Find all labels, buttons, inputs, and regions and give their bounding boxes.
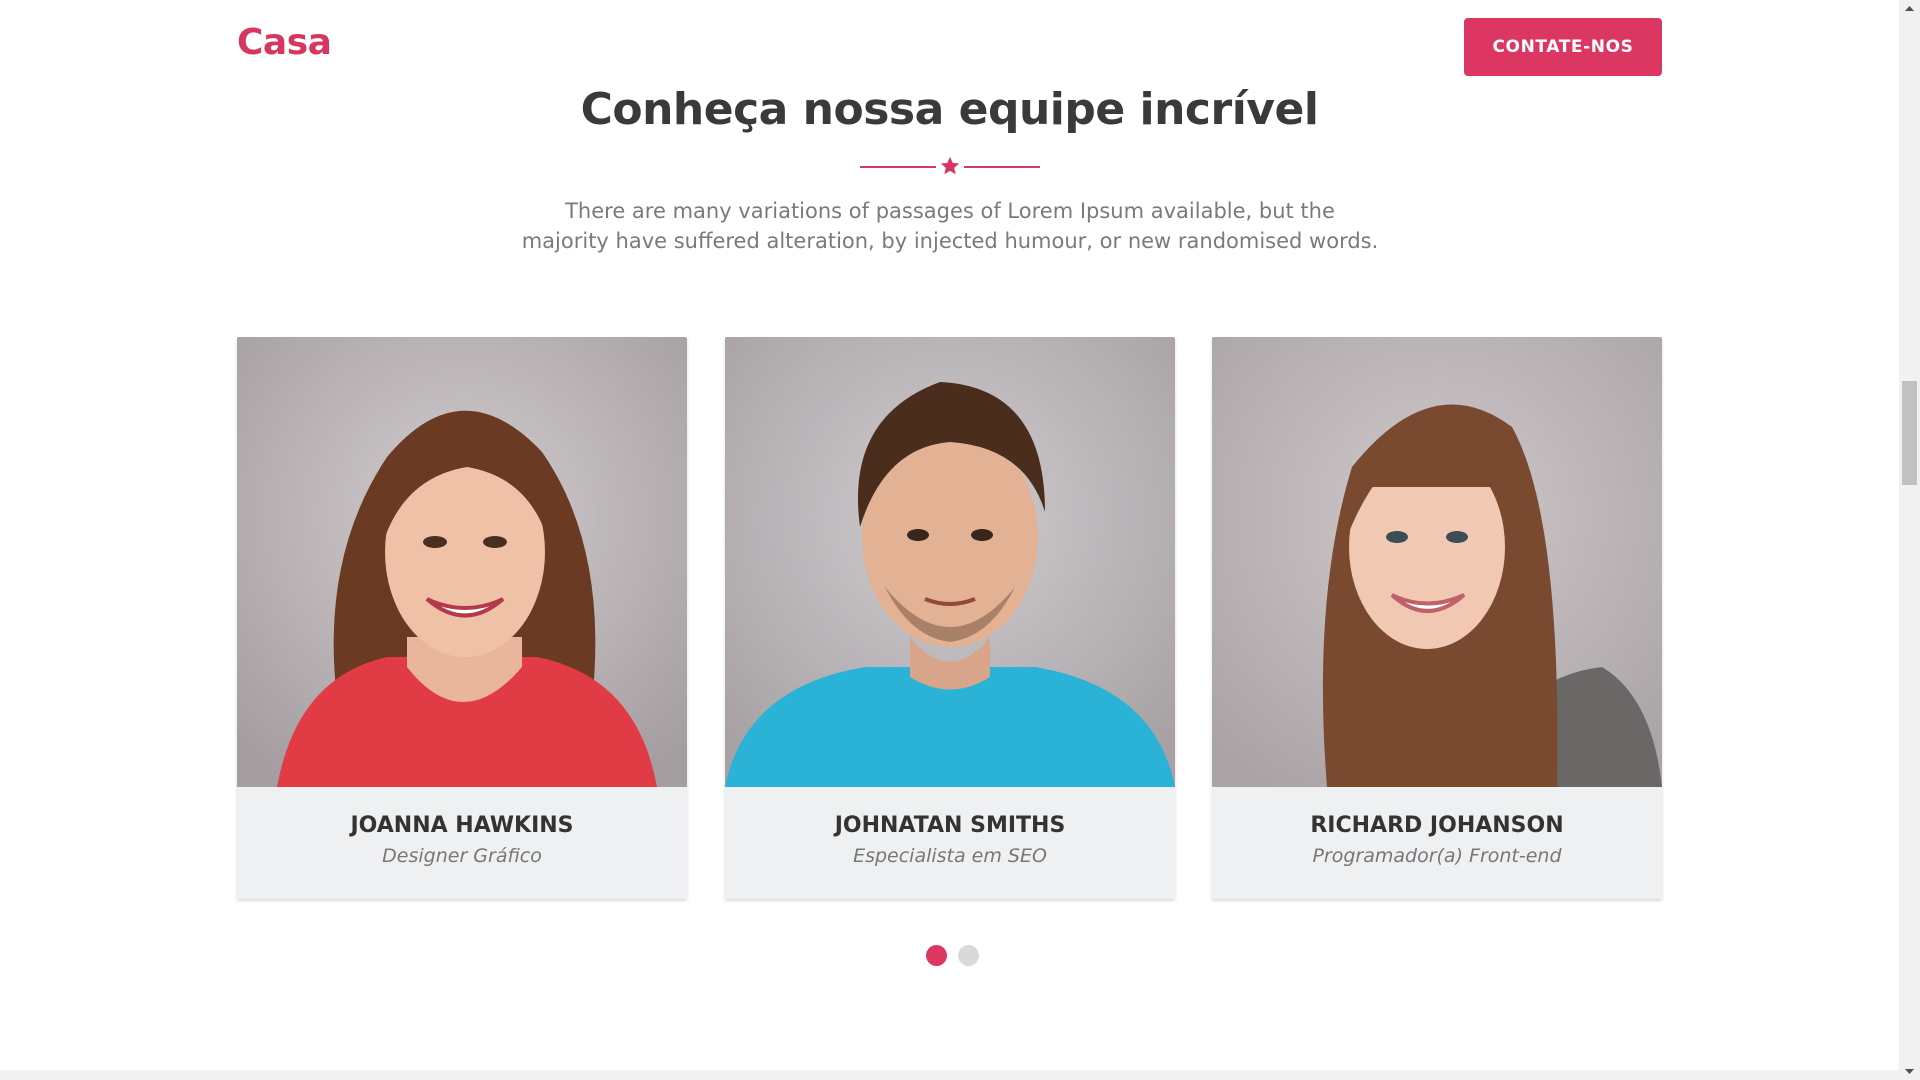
scroll-up-arrow-icon[interactable] [1899,0,1920,17]
team-section-title: Conheça nossa equipe incrível [580,84,1319,135]
team-member-card: RICHARD JOHANSON Programador(a) Front-en… [1212,337,1662,899]
scrollbar-thumb[interactable] [1902,381,1917,485]
team-member-role: Programador(a) Front-end [1312,845,1562,867]
team-member-card: JOHNATAN SMITHS Especialista em SEO [725,337,1175,899]
team-member-card: JOANNA HAWKINS Designer Gráfico [237,337,687,899]
team-member-photo [237,337,687,787]
divider-line-left [860,166,936,168]
team-member-photo [1212,337,1662,787]
team-intro-text: There are many variations of passages of… [521,199,1379,253]
team-member-name: JOHNATAN SMITHS [834,813,1066,838]
star-icon [940,156,960,175]
team-member-photo [725,337,1175,787]
carousel-dot-1[interactable] [926,945,947,966]
contact-us-button[interactable]: CONTATE-NOS [1464,18,1662,76]
carousel-dot-2[interactable] [958,945,979,966]
horizontal-scrollbar[interactable] [0,1070,1899,1080]
divider-line-right [964,166,1040,168]
scroll-down-arrow-icon[interactable] [1899,1063,1920,1080]
team-member-name: RICHARD JOHANSON [1310,813,1564,838]
team-member-name: JOANNA HAWKINS [350,813,574,838]
carousel-pagination [926,945,986,967]
brand-logo[interactable]: Casa [237,22,332,63]
vertical-scrollbar[interactable] [1899,0,1920,1080]
team-member-role: Especialista em SEO [853,845,1047,867]
page: Casa CONTATE-NOS Conheça nossa equipe in… [0,0,1899,1070]
title-divider [860,155,1040,179]
team-member-role: Designer Gráfico [382,845,542,867]
